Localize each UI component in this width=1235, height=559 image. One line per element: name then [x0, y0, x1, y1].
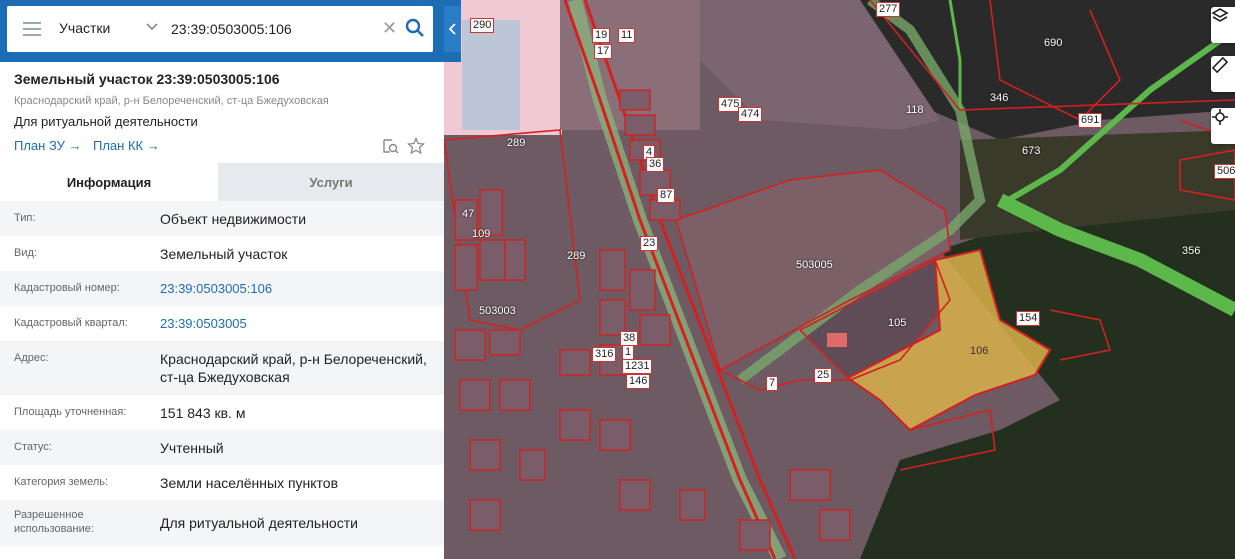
map-label: 23 [640, 236, 659, 251]
tab-services[interactable]: Услуги [218, 163, 444, 201]
map-label: 105 [888, 317, 907, 329]
map-label: 277 [876, 2, 901, 17]
map-label: 289 [507, 137, 526, 149]
info-panel: Земельный участок 23:39:0503005:106 Крас… [0, 62, 444, 559]
row-label: Разрешенное использование: [14, 509, 94, 535]
ruler-icon [1211, 56, 1229, 74]
search-box: Участки ✕ [7, 6, 433, 52]
menu-icon[interactable] [23, 22, 41, 40]
info-row-kind: Вид: Земельный участок [0, 236, 444, 271]
search-type-select[interactable]: Участки [59, 20, 110, 36]
map-label: 474 [738, 107, 763, 122]
row-value: 151 843 кв. м [160, 405, 246, 421]
map-label: 87 [657, 188, 676, 203]
map-label: 154 [1016, 311, 1041, 326]
search-bar: Участки ✕ [0, 0, 461, 62]
clear-icon[interactable]: ✕ [382, 19, 397, 37]
locate-button[interactable] [1211, 108, 1235, 144]
map-label: 36 [646, 157, 665, 172]
map-label: 109 [472, 228, 491, 240]
row-label: Адрес: [14, 352, 49, 364]
info-row-address: Адрес: Краснодарский край, р-н Белоречен… [0, 341, 444, 395]
info-row-land-category: Категория земель: Земли населённых пункт… [0, 465, 444, 500]
map-label: 290 [470, 18, 495, 33]
map-label: 19 [592, 28, 611, 43]
cadastral-number-link[interactable]: 23:39:0503005:106 [160, 280, 430, 298]
map-label: 503005 [796, 259, 833, 271]
info-row-cadastral-quarter: Кадастровый квартал: 23:39:0503005 [0, 306, 444, 341]
row-label: Кадастровый номер: [14, 282, 120, 294]
collapse-panel-button[interactable] [444, 6, 461, 52]
cadastral-quarter-link[interactable]: 23:39:0503005 [160, 315, 430, 333]
star-icon[interactable] [407, 137, 425, 155]
map-label: 289 [567, 250, 586, 262]
map-label: 691 [1078, 113, 1103, 128]
search-icon[interactable] [405, 18, 425, 38]
map-label: 118 [906, 104, 924, 116]
layers-icon [1211, 8, 1229, 22]
map-label: 1231 [622, 359, 653, 374]
map-label: 11 [618, 28, 636, 43]
map-label: 503003 [479, 305, 516, 317]
row-label: Статус: [14, 441, 52, 453]
document-search-icon[interactable] [382, 138, 399, 155]
row-value: Земельный участок [160, 246, 288, 262]
map-label: 690 [1044, 37, 1063, 49]
page-title: Земельный участок 23:39:0503005:106 [14, 71, 280, 87]
info-row-cadastral-number: Кадастровый номер: 23:39:0503005:106 [0, 271, 444, 306]
locate-icon [1212, 109, 1228, 125]
row-label: Кадастровый квартал: [14, 317, 128, 329]
map-label: 146 [626, 374, 651, 389]
map-label: 38 [620, 331, 639, 346]
info-row-status: Статус: Учтенный [0, 430, 444, 465]
row-label: Категория земель: [14, 476, 109, 488]
plan-kk-link[interactable]: План КК → [93, 138, 160, 153]
ruler-button[interactable] [1211, 56, 1235, 92]
chevron-left-icon [448, 23, 456, 35]
row-label: Вид: [14, 247, 37, 259]
row-label: Тип: [14, 212, 36, 224]
row-value: Учтенный [160, 440, 224, 456]
layers-button[interactable] [1211, 7, 1235, 43]
row-value: Для ритуальной деятельности [160, 515, 358, 531]
info-table: Тип: Объект недвижимости Вид: Земельный … [0, 201, 444, 546]
tab-information[interactable]: Информация [0, 163, 218, 201]
purpose-text: Для ритуальной деятельности [14, 114, 198, 129]
row-value: Объект недвижимости [160, 211, 307, 227]
map-label: 25 [814, 368, 833, 383]
map-label: 17 [594, 44, 613, 59]
tabs: Информация Услуги [0, 163, 444, 201]
plan-zu-link[interactable]: План ЗУ → [14, 138, 82, 153]
map-label: 346 [990, 92, 1009, 104]
address-subtitle: Краснодарский край, р-н Белореченский, с… [14, 95, 329, 107]
search-input[interactable] [171, 16, 371, 42]
map-label: 47 [462, 208, 475, 220]
map-label: 316 [592, 347, 617, 362]
row-label: Площадь уточненная: [14, 406, 127, 418]
map-label: 506 [1214, 164, 1235, 179]
map-label: 1 [622, 345, 635, 360]
row-value: Земли населённых пунктов [160, 475, 339, 491]
info-row-type: Тип: Объект недвижимости [0, 201, 444, 236]
map-label-selected: 106 [970, 345, 989, 357]
map-label: 673 [1022, 145, 1041, 157]
info-row-area: Площадь уточненная: 151 843 кв. м [0, 395, 444, 430]
row-value: Краснодарский край, р-н Белореченский, с… [160, 351, 427, 385]
map-label: 7 [766, 376, 779, 391]
map-label: 356 [1182, 245, 1201, 257]
info-row-permitted-use: Разрешенное использование: Для ритуально… [0, 500, 444, 546]
chevron-down-icon[interactable] [146, 22, 158, 32]
